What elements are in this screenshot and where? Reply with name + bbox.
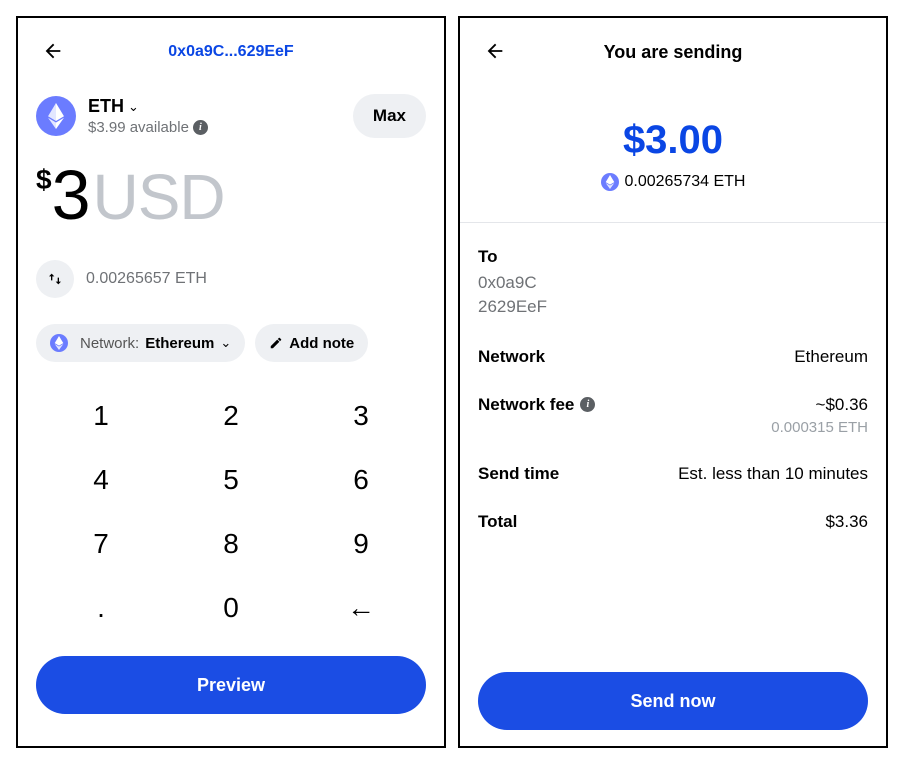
back-button[interactable]	[36, 34, 70, 68]
pencil-icon	[269, 336, 283, 350]
confirm-send-screen: You are sending $3.00 0.00265734 ETH To …	[458, 16, 888, 748]
fee-crypto: 0.000315 ETH	[771, 419, 868, 436]
header: 0x0a9C...629EeF	[36, 30, 426, 74]
recipient-address-link[interactable]: 0x0a9C...629EeF	[168, 43, 293, 61]
key-1[interactable]: 1	[36, 400, 166, 432]
divider	[460, 222, 886, 223]
currency-sign: $	[36, 166, 52, 194]
key-9[interactable]: 9	[296, 528, 426, 560]
key-8[interactable]: 8	[166, 528, 296, 560]
key-backspace[interactable]: ←	[296, 592, 426, 624]
preview-label: Preview	[197, 675, 265, 696]
info-icon[interactable]: i	[193, 120, 208, 135]
back-arrow-icon	[42, 40, 64, 62]
asset-selector-row: ETH ⌄ $3.99 available i Max	[36, 94, 426, 138]
add-note-label: Add note	[289, 335, 354, 352]
total-value: $3.36	[825, 512, 868, 532]
network-value: Ethereum	[145, 335, 214, 352]
confirm-amount-block: $3.00 0.00265734 ETH	[478, 118, 868, 194]
key-2[interactable]: 2	[166, 400, 296, 432]
asset-dropdown[interactable]: ETH ⌄	[88, 96, 353, 117]
max-label: Max	[373, 106, 406, 125]
fee-row: Network fee i ~$0.36 0.000315 ETH	[478, 395, 868, 436]
network-label: Network	[478, 347, 545, 367]
back-button[interactable]	[478, 34, 512, 68]
fee-usd: ~$0.36	[771, 395, 868, 415]
asset-symbol: ETH	[88, 96, 124, 117]
confirm-amount-crypto: 0.00265734 ETH	[625, 173, 746, 191]
total-label: Total	[478, 512, 517, 532]
swap-row: 0.00265657 ETH	[36, 260, 426, 298]
header: You are sending	[478, 30, 868, 74]
numeric-keypad: 1 2 3 4 5 6 7 8 9 . 0 ←	[36, 384, 426, 640]
available-balance: $3.99 available i	[88, 119, 353, 136]
send-now-button[interactable]: Send now	[478, 672, 868, 730]
key-3[interactable]: 3	[296, 400, 426, 432]
add-note-pill[interactable]: Add note	[255, 324, 368, 362]
amount-value: 3	[52, 160, 89, 230]
available-text: $3.99 available	[88, 119, 189, 136]
info-icon[interactable]: i	[580, 397, 595, 412]
to-section: To 0x0a9C 2629EeF	[478, 247, 868, 319]
to-label: To	[478, 247, 868, 267]
eth-icon	[36, 96, 76, 136]
network-pill[interactable]: Network: Ethereum ⌄	[36, 324, 245, 362]
back-arrow-icon	[484, 40, 506, 62]
total-row: Total $3.36	[478, 512, 868, 532]
key-6[interactable]: 6	[296, 464, 426, 496]
confirm-amount-crypto-row: 0.00265734 ETH	[601, 173, 746, 191]
amount-display: $ 3 USD	[36, 160, 426, 230]
to-address-line2: 2629EeF	[478, 295, 868, 319]
confirm-amount-usd: $3.00	[478, 118, 868, 163]
network-label: Network:	[80, 335, 139, 352]
secondary-amount: 0.00265657 ETH	[86, 270, 207, 288]
to-address-line1: 0x0a9C	[478, 271, 868, 295]
eth-icon	[50, 334, 68, 352]
swap-currency-button[interactable]	[36, 260, 74, 298]
preview-button[interactable]: Preview	[36, 656, 426, 714]
amount-currency: USD	[93, 165, 225, 229]
chevron-down-icon: ⌄	[220, 335, 231, 351]
fee-label: Network fee	[478, 395, 574, 415]
chevron-down-icon: ⌄	[128, 99, 139, 115]
key-4[interactable]: 4	[36, 464, 166, 496]
swap-icon	[47, 271, 63, 287]
network-row: Network Ethereum	[478, 347, 868, 367]
key-7[interactable]: 7	[36, 528, 166, 560]
key-dot[interactable]: .	[36, 592, 166, 624]
send-time-label: Send time	[478, 464, 559, 484]
key-0[interactable]: 0	[166, 592, 296, 624]
network-value: Ethereum	[794, 347, 868, 367]
eth-icon	[601, 173, 619, 191]
send-time-value: Est. less than 10 minutes	[678, 464, 868, 484]
send-now-label: Send now	[631, 691, 716, 712]
max-button[interactable]: Max	[353, 94, 426, 138]
key-5[interactable]: 5	[166, 464, 296, 496]
send-amount-screen: 0x0a9C...629EeF ETH ⌄ $3.99 available i …	[16, 16, 446, 748]
confirm-title: You are sending	[604, 42, 743, 63]
pill-row: Network: Ethereum ⌄ Add note	[36, 324, 426, 362]
send-time-row: Send time Est. less than 10 minutes	[478, 464, 868, 484]
